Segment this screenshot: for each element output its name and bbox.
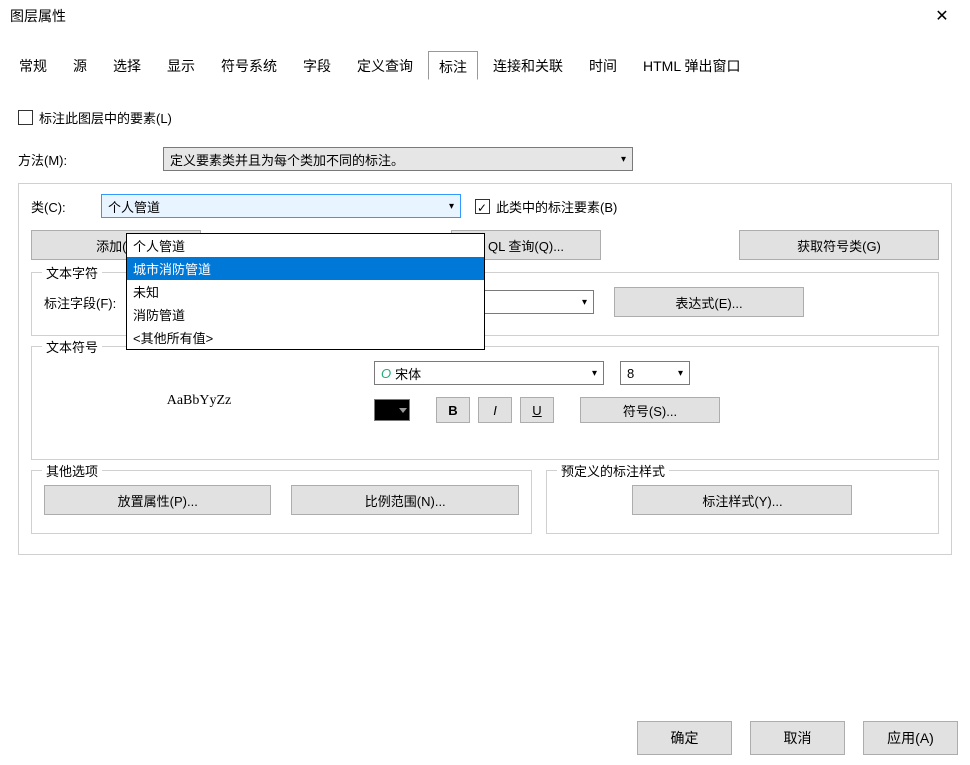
size-combo[interactable]: 8 ▾ xyxy=(620,361,690,385)
italic-button[interactable]: I xyxy=(478,397,512,423)
text-symbol-legend: 文本符号 xyxy=(42,337,102,356)
class-dropdown-list: 个人管道 城市消防管道 未知 消防管道 <其他所有值> xyxy=(126,233,485,350)
tab-bar: 常规 源 选择 显示 符号系统 字段 定义查询 标注 连接和关联 时间 HTML… xyxy=(8,50,962,80)
tab-html-popup[interactable]: HTML 弹出窗口 xyxy=(632,50,751,79)
dropdown-option[interactable]: 消防管道 xyxy=(127,303,484,326)
tab-general[interactable]: 常规 xyxy=(8,50,58,79)
class-label-checkbox[interactable]: 此类中的标注要素(B) xyxy=(475,197,617,216)
tab-labels[interactable]: 标注 xyxy=(428,51,478,80)
get-symbol-button[interactable]: 获取符号类(G) xyxy=(739,230,939,260)
chevron-down-icon xyxy=(399,408,407,413)
class-label: 类(C): xyxy=(31,197,91,216)
chevron-down-icon: ▾ xyxy=(621,154,626,165)
bold-button[interactable]: B xyxy=(436,397,470,423)
checkbox-icon xyxy=(18,110,33,125)
method-label: 方法(M): xyxy=(18,150,153,169)
other-options-legend: 其他选项 xyxy=(42,461,102,480)
class-value: 个人管道 xyxy=(108,197,160,216)
underline-button[interactable]: U xyxy=(520,397,554,423)
chevron-down-icon: ▾ xyxy=(592,368,597,379)
font-value: 宋体 xyxy=(395,364,421,383)
class-combo[interactable]: 个人管道 ▾ xyxy=(101,194,461,218)
apply-button[interactable]: 应用(A) xyxy=(863,721,958,755)
label-features-checkbox[interactable]: 标注此图层中的要素(L) xyxy=(18,108,172,127)
cancel-button[interactable]: 取消 xyxy=(750,721,845,755)
class-checkbox-text: 此类中的标注要素(B) xyxy=(496,197,617,216)
chevron-down-icon: ▾ xyxy=(678,368,683,379)
tab-selection[interactable]: 选择 xyxy=(102,50,152,79)
chevron-down-icon: ▾ xyxy=(582,297,587,308)
placement-button[interactable]: 放置属性(P)... xyxy=(44,485,271,515)
checkbox-icon xyxy=(475,199,490,214)
dropdown-option[interactable]: 个人管道 xyxy=(127,234,484,257)
tab-symbology[interactable]: 符号系统 xyxy=(210,50,288,79)
label-styles-button[interactable]: 标注样式(Y)... xyxy=(632,485,852,515)
window-title: 图层属性 xyxy=(8,6,922,26)
dropdown-option[interactable]: 城市消防管道 xyxy=(127,257,484,280)
expression-button[interactable]: 表达式(E)... xyxy=(614,287,804,317)
ok-button[interactable]: 确定 xyxy=(637,721,732,755)
tab-time[interactable]: 时间 xyxy=(578,50,628,79)
predefined-legend: 预定义的标注样式 xyxy=(557,461,669,480)
method-value: 定义要素类并且为每个类加不同的标注。 xyxy=(170,150,404,169)
font-icon: O xyxy=(381,366,391,381)
tab-definition-query[interactable]: 定义查询 xyxy=(346,50,424,79)
dropdown-option[interactable]: <其他所有值> xyxy=(127,326,484,349)
text-sample: AaBbYyZz xyxy=(167,393,232,409)
tab-source[interactable]: 源 xyxy=(62,50,98,79)
color-picker[interactable] xyxy=(374,399,410,421)
symbol-button[interactable]: 符号(S)... xyxy=(580,397,720,423)
tab-joins[interactable]: 连接和关联 xyxy=(482,50,574,79)
text-string-legend: 文本字符 xyxy=(42,263,102,282)
chevron-down-icon: ▾ xyxy=(449,201,454,212)
tab-display[interactable]: 显示 xyxy=(156,50,206,79)
font-combo[interactable]: O 宋体 ▾ xyxy=(374,361,604,385)
tab-fields[interactable]: 字段 xyxy=(292,50,342,79)
scale-range-button[interactable]: 比例范围(N)... xyxy=(291,485,518,515)
size-value: 8 xyxy=(627,366,634,381)
method-combo[interactable]: 定义要素类并且为每个类加不同的标注。 ▾ xyxy=(163,147,633,171)
close-button[interactable]: ✕ xyxy=(922,2,962,30)
checkbox-text: 标注此图层中的要素(L) xyxy=(39,108,172,127)
dropdown-option[interactable]: 未知 xyxy=(127,280,484,303)
